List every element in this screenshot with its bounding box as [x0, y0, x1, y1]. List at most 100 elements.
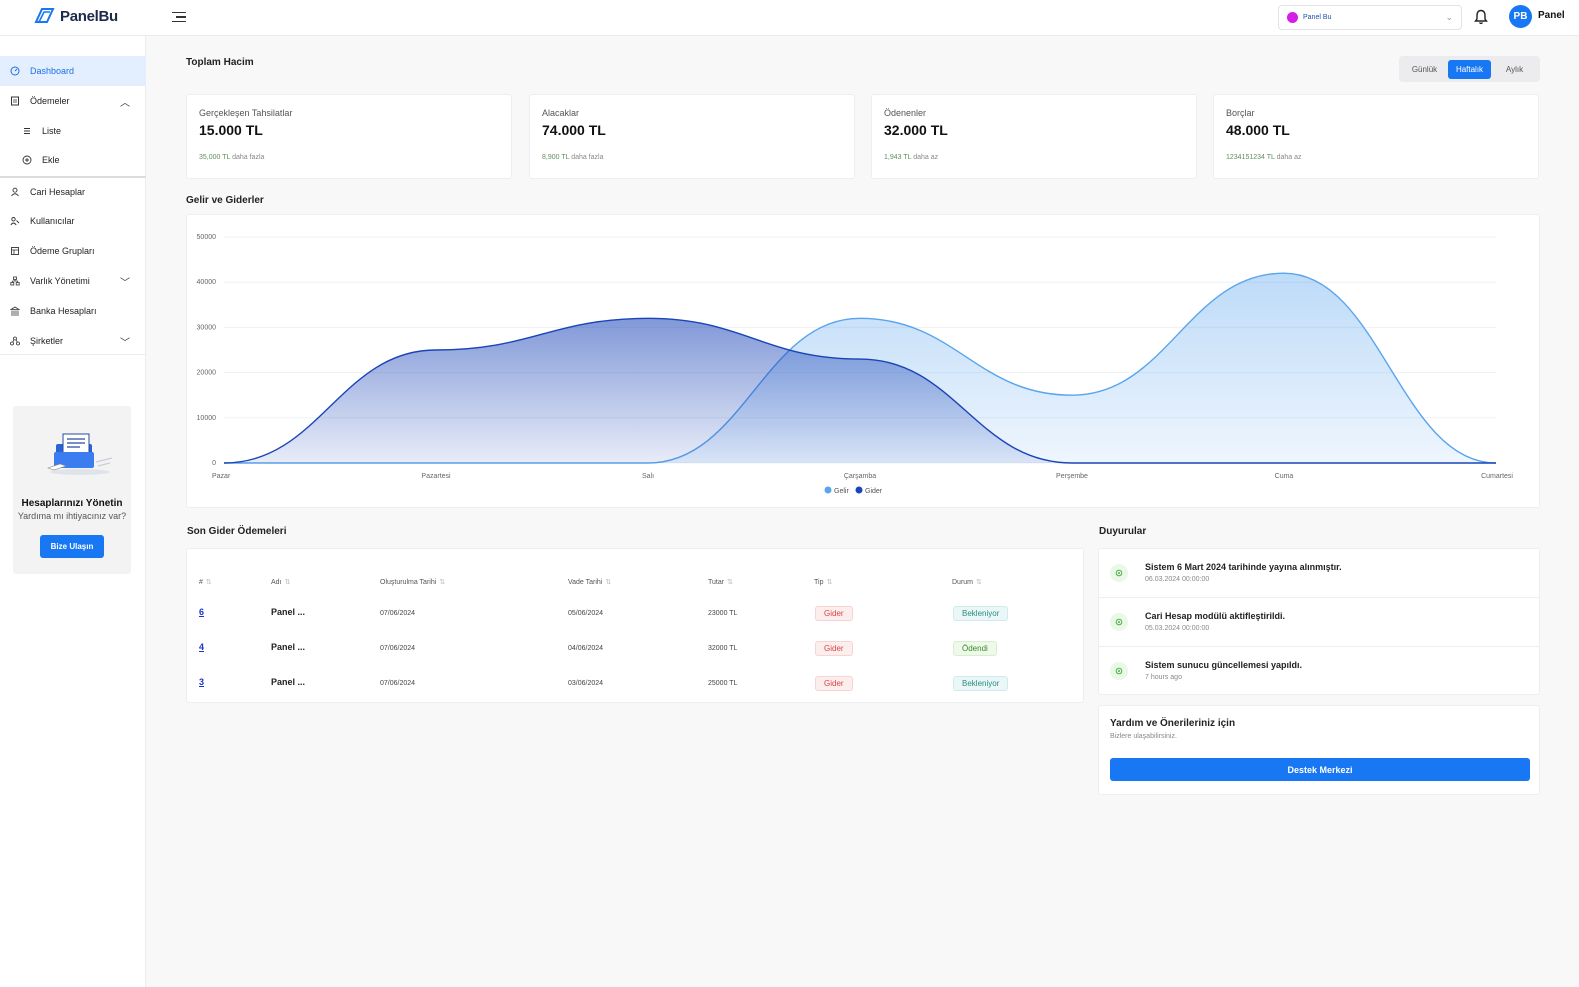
section-title-chart: Gelir ve Giderler: [186, 195, 264, 206]
x-tick-label: Pazar: [212, 473, 231, 480]
promo-card: Hesaplarınızı Yönetin Yardıma mı ihtiyac…: [13, 406, 131, 574]
stat-card-odenenler: Ödenenler 32.000 TL 1,943 TL daha az: [871, 94, 1197, 179]
stat-note: 8,900 TL daha fazla: [542, 154, 604, 161]
receipt-icon: [0, 96, 30, 106]
company-select-value: Panel Bu: [1303, 14, 1332, 21]
x-tick-label: Salı: [642, 473, 654, 480]
announcement-item[interactable]: Cari Hesap modülü aktifleştirildi. 05.03…: [1099, 598, 1539, 647]
users-icon: [0, 216, 30, 226]
stat-label: Alacaklar: [542, 108, 580, 118]
y-tick-label: 0: [212, 460, 216, 467]
column-header-amount[interactable]: Tutar ⇅: [708, 578, 733, 586]
row-name: Panel ...: [271, 607, 306, 617]
section-title-overview: Toplam Hacim: [186, 57, 254, 68]
row-due: 03/06/2024: [568, 680, 604, 687]
divider: [0, 354, 146, 355]
sidebar-item-label: Banka Hesapları: [30, 306, 97, 316]
row-name: Panel ...: [271, 677, 306, 687]
sidebar-item-dashboard[interactable]: Dashboard: [0, 56, 146, 86]
column-header-due[interactable]: Vade Tarihi ⇅: [568, 578, 611, 586]
gear-icon: [1110, 662, 1128, 680]
type-badge: Gider: [815, 641, 853, 656]
column-header-created[interactable]: Oluşturulma Tarihi ⇅: [380, 578, 445, 586]
income-expense-chart: 0 10000 20000 30000 40000 50000 Pazar Pazartesi…: [197, 234, 1514, 495]
company-select[interactable]: Panel Bu ⌄: [1278, 5, 1462, 30]
row-name: Panel ...: [271, 642, 306, 652]
row-created: 07/06/2024: [380, 645, 416, 652]
column-header-status[interactable]: Durum ⇅: [952, 578, 982, 586]
period-monthly-button[interactable]: Aylık: [1493, 60, 1536, 79]
sidebar: Dashboard Ödemeler ︿ Liste Ekle Cari Hes…: [0, 36, 146, 987]
plus-circle-icon: [12, 155, 42, 165]
column-header-name[interactable]: Adı ⇅: [271, 578, 290, 586]
section-title-payments: Son Gider Ödemeleri: [187, 526, 287, 537]
y-tick-label: 20000: [197, 370, 217, 377]
y-tick-label: 40000: [197, 279, 217, 286]
sidebar-item-varlik-yonetimi[interactable]: Varlık Yönetimi ﹀: [0, 266, 146, 296]
avatar[interactable]: PB: [1509, 5, 1532, 28]
announcement-text: Sistem sunucu güncellemesi yapıldı.: [1145, 660, 1303, 670]
chevron-down-icon: ⌄: [1445, 12, 1453, 22]
status-badge: Ödendi: [953, 641, 997, 656]
sidebar-item-label: Şirketler: [30, 336, 64, 346]
announcement-date: 06.03.2024 00:00:00: [1145, 576, 1210, 583]
sidebar-item-banka-hesaplari[interactable]: Banka Hesapları: [0, 296, 146, 326]
sidebar-item-sirketler[interactable]: Şirketler ﹀: [0, 326, 146, 356]
row-created: 07/06/2024: [380, 610, 416, 617]
announcement-item[interactable]: Sistem sunucu güncellemesi yapıldı. 7 ho…: [1099, 647, 1539, 696]
stat-label: Gerçekleşen Tahsilatlar: [199, 108, 293, 118]
stat-note-text: daha fazla: [232, 154, 265, 161]
sidebar-item-kullanicilar[interactable]: Kullanıcılar: [0, 206, 146, 236]
stat-value: 48.000 TL: [1226, 122, 1290, 138]
row-id-link[interactable]: 3: [199, 677, 204, 687]
stat-label: Borçlar: [1226, 108, 1255, 118]
period-daily-button[interactable]: Günlük: [1403, 60, 1446, 79]
legend-label-gider: Gider: [865, 488, 883, 495]
stat-note-value: 8,900 TL: [542, 154, 570, 161]
announcement-date: 05.03.2024 00:00:00: [1145, 625, 1210, 632]
menu-toggle-icon[interactable]: [172, 10, 186, 24]
column-header-type[interactable]: Tip ⇅: [814, 578, 832, 586]
sidebar-item-label: Ödeme Grupları: [30, 246, 95, 256]
group-icon: [0, 246, 30, 256]
sidebar-item-label: Kullanıcılar: [30, 216, 75, 226]
logo[interactable]: PanelBu: [33, 6, 118, 26]
dashboard-icon: [0, 66, 30, 76]
row-due: 04/06/2024: [568, 645, 604, 652]
sidebar-item-label: Ödemeler: [30, 96, 70, 106]
user-name[interactable]: Panel: [1538, 10, 1565, 21]
y-tick-label: 50000: [197, 234, 217, 241]
stat-label: Ödenenler: [884, 108, 927, 118]
type-badge: Gider: [815, 606, 853, 621]
bell-icon[interactable]: [1474, 9, 1488, 28]
period-weekly-button[interactable]: Haftalık: [1448, 59, 1491, 79]
support-center-button[interactable]: Destek Merkezi: [1110, 758, 1530, 781]
stat-note-text: daha fazla: [571, 154, 604, 161]
stat-note-text: daha az: [913, 154, 939, 161]
sidebar-item-ekle[interactable]: Ekle: [0, 145, 146, 175]
sidebar-item-liste[interactable]: Liste: [0, 116, 146, 146]
sidebar-item-label: Ekle: [42, 155, 60, 165]
promo-subtitle: Yardıma mı ihtiyacınız var?: [17, 511, 127, 521]
stat-card-tahsilatlar: Gerçekleşen Tahsilatlar 15.000 TL 35,000…: [186, 94, 512, 179]
announcement-item[interactable]: Sistem 6 Mart 2024 tarihinde yayına alın…: [1099, 549, 1539, 598]
sidebar-item-odemeler[interactable]: Ödemeler ︿: [0, 86, 146, 116]
stat-value: 32.000 TL: [884, 122, 948, 138]
chevron-down-icon: ﹀: [120, 277, 130, 289]
period-switcher: Günlük Haftalık Aylık: [1399, 56, 1540, 82]
sidebar-item-cari-hesaplar[interactable]: Cari Hesaplar: [0, 177, 146, 207]
logo-icon: [34, 8, 55, 23]
column-header-id[interactable]: # ⇅: [199, 578, 212, 586]
row-id-link[interactable]: 4: [199, 642, 204, 652]
x-tick-label: Pazartesi: [421, 473, 451, 480]
sidebar-item-odeme-gruplari[interactable]: Ödeme Grupları: [0, 236, 146, 266]
contact-button[interactable]: Bize Ulaşın: [40, 535, 104, 558]
x-tick-label: Cuma: [1275, 473, 1294, 480]
y-tick-label: 30000: [197, 324, 217, 331]
row-id-link[interactable]: 6: [199, 607, 204, 617]
y-tick-label: 10000: [197, 415, 217, 422]
announcements-list: Sistem 6 Mart 2024 tarihinde yayına alın…: [1098, 548, 1540, 695]
stat-value: 15.000 TL: [199, 122, 263, 138]
hierarchy-icon: [0, 276, 30, 286]
sidebar-item-label: Varlık Yönetimi: [30, 276, 90, 286]
